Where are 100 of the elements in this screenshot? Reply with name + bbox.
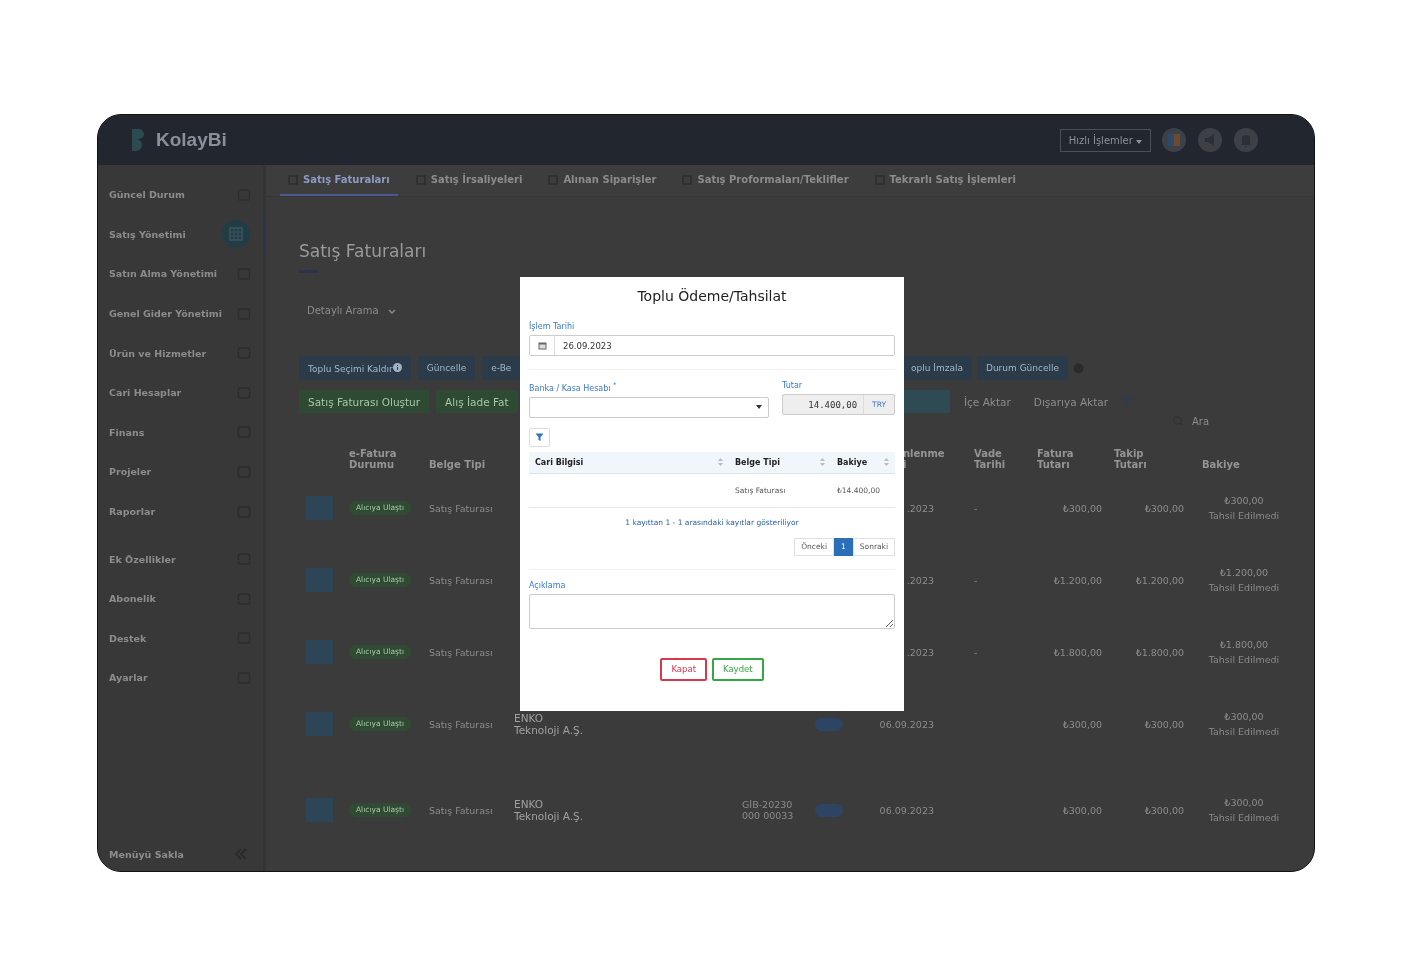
table-cell: -: [974, 574, 978, 586]
column-header[interactable]: nlenme i: [903, 448, 948, 470]
table-cell: ₺1.800,00: [1219, 639, 1269, 650]
sidebar-item[interactable]: Satış Yönetimi: [98, 214, 265, 255]
toolbar-button[interactable]: Toplu Seçimi Kaldır: [299, 356, 411, 380]
sidebar-item[interactable]: Ürün ve Hizmetler: [98, 333, 263, 373]
row-action-button[interactable]: [306, 640, 333, 664]
avatar-icon[interactable]: [1161, 127, 1187, 153]
description-field[interactable]: [529, 593, 895, 629]
table-cell-text: GİB-20230000 00033: [742, 799, 795, 821]
field-label: Banka / Kasa Hesabı $^{*}$: [529, 381, 618, 393]
tab[interactable]: Satış Proformaları/Teklifler: [674, 165, 857, 196]
sidebar-item[interactable]: Ayarlar: [98, 658, 263, 698]
sidebar-item[interactable]: Raporlar: [98, 491, 263, 532]
table-cell: ₺300,00: [1144, 804, 1184, 816]
filter-icon[interactable]: [1122, 396, 1134, 407]
dialog-button[interactable]: Kaydet: [711, 657, 764, 681]
date-field[interactable]: 26.09.2023: [529, 335, 895, 356]
calculator-icon: [221, 219, 251, 250]
table-cell: Tahsil Edilmedi: [1208, 812, 1280, 823]
table-cell: 06.09.2023: [879, 804, 934, 816]
action-button[interactable]: [902, 390, 950, 413]
sidebar-item[interactable]: Cari Hesaplar: [98, 372, 263, 413]
page-title: Satış Faturaları: [299, 241, 428, 261]
column-header[interactable]: Bakiye: [837, 457, 868, 467]
table-cell: Satış Faturası: [429, 502, 493, 514]
column-header[interactable]: Belge Tipi: [735, 457, 780, 467]
table-cell: ₺300,00: [1062, 718, 1102, 730]
column-header[interactable]: Vade Tarihi: [974, 448, 1025, 470]
column-header[interactable]: e-Fatura Durumu: [349, 448, 417, 470]
toolbar-button[interactable]: Güncelle: [417, 356, 476, 380]
tab[interactable]: Satış İrsaliyeleri: [407, 165, 531, 196]
tab[interactable]: Satış Faturaları: [280, 165, 398, 196]
sidebar-item[interactable]: Abonelik: [98, 578, 263, 619]
megaphone-icon[interactable]: [1197, 127, 1223, 153]
toolbar-button[interactable]: Alış İade Fat: [436, 390, 518, 413]
detailed-search-toggle[interactable]: Detaylı Arama: [307, 305, 396, 316]
dialog-title: Toplu Ödeme/Tahsilat: [637, 288, 787, 304]
field-label: Açıklama: [529, 580, 566, 590]
table-cell: ₺1.800,00: [1135, 646, 1184, 658]
column-header[interactable]: Belge Tipi: [429, 459, 502, 470]
row-action-button[interactable]: [306, 496, 333, 520]
sidebar-item[interactable]: Genel Gider Yönetimi: [98, 293, 263, 334]
table-cell: Tahsil Edilmedi: [1208, 510, 1280, 521]
sidebar-item[interactable]: Finans: [98, 412, 263, 453]
toolbar-button[interactable]: oplu İmzala: [902, 356, 972, 380]
account-select[interactable]: [529, 396, 769, 418]
column-header[interactable]: Takip Tutarı: [1114, 448, 1164, 470]
sidebar-item[interactable]: Satın Alma Yönetimi: [98, 254, 263, 294]
sort-icon[interactable]: [884, 458, 889, 467]
table-cell: ₺1.200,00: [1219, 567, 1269, 578]
sidebar-item[interactable]: Güncel Durum: [98, 175, 263, 215]
table-cell: Satış Faturası: [429, 718, 493, 730]
table-cell: ₺300,00: [1144, 502, 1184, 514]
sort-icon[interactable]: [718, 458, 723, 467]
table-cell: ₺300,00: [1224, 495, 1264, 506]
column-header[interactable]: Bakiye: [1202, 459, 1292, 470]
row-action-button[interactable]: [306, 798, 333, 822]
logo-text: KolayBi: [156, 129, 227, 151]
bell-icon[interactable]: [1233, 127, 1259, 153]
hide-menu-label[interactable]: Menüyü Sakla: [109, 848, 184, 860]
sidebar-item[interactable]: Destek: [98, 618, 263, 659]
toolbar-button[interactable]: Dışarıya Aktar: [1024, 390, 1118, 413]
sort-icon[interactable]: [820, 458, 825, 467]
toolbar-button[interactable]: Durum Güncelle: [976, 356, 1069, 380]
filter-button[interactable]: [529, 427, 550, 447]
table-cell: ENKO Teknoloji A.Ş.: [514, 712, 584, 736]
table-cell: Tahsil Edilmedi: [1208, 726, 1280, 737]
table-cell: 06.09.2023: [879, 718, 934, 730]
field-label: Tutar: [782, 381, 804, 390]
row-action-button[interactable]: [306, 568, 333, 592]
field-label: İşlem Tarihi: [529, 322, 575, 331]
column-header[interactable]: Fatura Tutarı: [1037, 448, 1087, 470]
toolbar-button[interactable]: e-Be: [482, 356, 521, 380]
quick-actions-button[interactable]: Hızlı İşlemler: [1059, 128, 1151, 152]
table-cell: Satış Faturası: [429, 574, 493, 586]
table-cell: ₺300,00: [1224, 711, 1264, 722]
toolbar-button[interactable]: İçe Aktar: [955, 390, 1020, 413]
table-cell: ₺1.800,00: [1053, 646, 1102, 658]
tab[interactable]: Alınan Siparişler: [540, 165, 665, 196]
filter-icon: [535, 432, 544, 442]
dialog-button[interactable]: Kapat: [660, 657, 707, 681]
sidebar-item[interactable]: Projeler: [98, 452, 263, 492]
row-action-button[interactable]: [306, 712, 333, 736]
table-cell: ₺1.200,00: [1053, 574, 1102, 586]
table-cell: ₺300,00: [1062, 804, 1102, 816]
caret-icon: [756, 405, 762, 410]
table-cell: .2023: [906, 502, 934, 514]
toolbar-button[interactable]: Satış Faturası Oluştur: [299, 390, 430, 413]
sidebar-item[interactable]: Ek Özellikler: [98, 539, 263, 579]
caret-icon: [1136, 139, 1142, 144]
table-cell: Satış Faturası: [429, 804, 493, 816]
table-cell: ₺300,00: [1062, 502, 1102, 514]
search-field[interactable]: Ara: [1190, 415, 1234, 428]
column-header[interactable]: Cari Bilgisi: [535, 457, 584, 467]
table-cell: Tahsil Edilmedi: [1208, 654, 1280, 665]
table-cell: ENKO Teknoloji A.Ş.: [514, 798, 584, 822]
table-cell: Satış Faturası: [429, 646, 493, 658]
info-icon: [392, 362, 402, 372]
tab[interactable]: Tekrarlı Satış İşlemleri: [866, 165, 1024, 196]
